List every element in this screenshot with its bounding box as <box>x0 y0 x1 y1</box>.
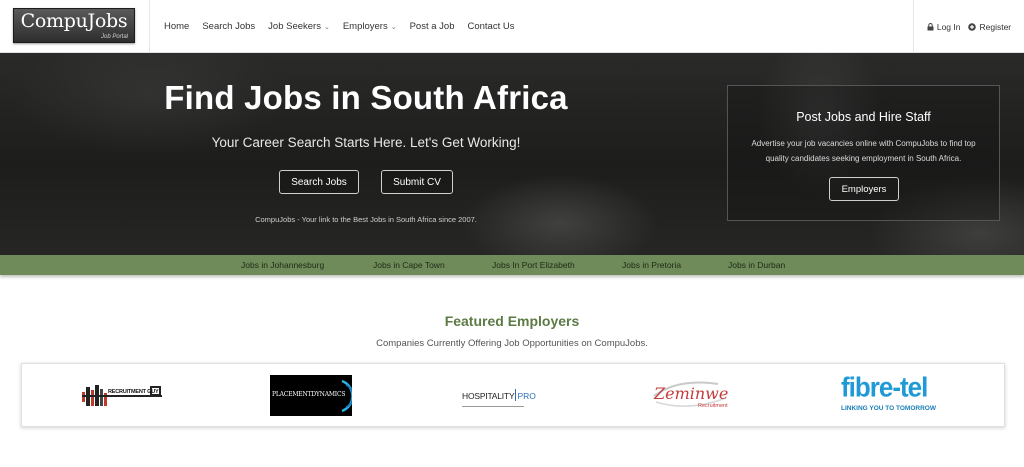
nav-label: Employers <box>342 21 388 32</box>
compujobs-logo[interactable]: CompuJobs Job Portal <box>13 8 135 43</box>
nav-search-jobs[interactable]: Search Jobs <box>202 21 255 32</box>
employer-logo-fibre-tel[interactable]: fibre-tel LINKING YOU TO TOMORROW <box>839 371 949 418</box>
employer-logo-zeminwe[interactable]: Zeminwe Recruitment <box>648 376 734 412</box>
post-jobs-text: Advertise your job vacancies online with… <box>751 139 976 163</box>
lock-icon <box>927 22 934 30</box>
nav-label: Search Jobs <box>202 21 256 32</box>
logo-text: CompuJobs <box>20 10 128 32</box>
nav-label: Job Seekers <box>268 21 321 32</box>
submit-cv-button[interactable]: Submit CV <box>381 170 453 194</box>
nav-label: Home <box>164 21 190 32</box>
underline <box>462 406 524 407</box>
employer-name: HOSPITALITY <box>462 391 515 401</box>
employer-logo-recruitment-guy[interactable]: RECRUITMENT GUY <box>82 384 164 410</box>
employer-logo-placement-dynamics[interactable]: PLACEMENTDYNAMICS <box>270 375 352 416</box>
chevron-down-icon: ⌄ <box>390 23 397 31</box>
employer-name: PLACEMENTDYNAMICS <box>272 391 346 398</box>
employers-button[interactable]: Employers <box>829 177 899 201</box>
featured-employers-title: Featured Employers <box>444 313 580 329</box>
hero-banner: Find Jobs in South Africa Your Career Se… <box>0 53 1024 255</box>
employer-tagline: LINKING YOU TO TOMORROW <box>841 405 936 412</box>
employer-logos-strip: RECRUITMENT GUY PLACEMENTDYNAMICS HOSPIT… <box>21 363 1005 427</box>
main-nav: Home Search Jobs Job Seekers ⌄ Employers ⌄… <box>164 0 527 53</box>
nav-job-seekers[interactable]: Job Seekers ⌄ <box>268 21 330 32</box>
hero-tagline: CompuJobs - Your link to the Best Jobs i… <box>255 215 477 224</box>
hero-title: Find Jobs in South Africa <box>164 79 568 116</box>
plus-circle-icon <box>968 22 977 31</box>
city-link-johannesburg[interactable]: Jobs in Johannesburg <box>241 260 324 270</box>
nav-employers[interactable]: Employers ⌄ <box>343 21 397 32</box>
hero-subtitle: Your Career Search Starts Here. Let's Ge… <box>211 135 521 150</box>
login-label: Log In <box>936 21 961 32</box>
city-link-durban[interactable]: Jobs in Durban <box>728 260 785 270</box>
search-jobs-button[interactable]: Search Jobs <box>279 170 359 194</box>
logo-subtext: Job Portal <box>100 34 128 40</box>
employer-logo-hospitality-pro[interactable]: HOSPITALITY PRO <box>462 386 542 407</box>
city-links-bar: Jobs in Johannesburg Jobs in Cape Town J… <box>0 255 1024 275</box>
login-link[interactable]: Log In <box>927 21 961 32</box>
post-jobs-title: Post Jobs and Hire Staff <box>796 110 931 124</box>
featured-employers-subtitle: Companies Currently Offering Job Opportu… <box>376 338 648 349</box>
nav-label: Contact Us <box>467 21 515 32</box>
register-link[interactable]: Register <box>968 22 1011 32</box>
employer-name: fibre-tel <box>841 371 928 403</box>
logo-container: CompuJobs Job Portal <box>0 0 150 53</box>
city-link-cape-town[interactable]: Jobs in Cape Town <box>373 260 445 270</box>
city-link-port-elizabeth[interactable]: Jobs In Port Elizabeth <box>492 260 575 270</box>
building-logo-icon <box>82 385 162 406</box>
nav-home[interactable]: Home <box>164 21 189 32</box>
nav-post-a-job[interactable]: Post a Job <box>410 21 455 32</box>
auth-links: Log In Register <box>913 0 1024 53</box>
employer-name-suffix: PRO <box>517 391 536 401</box>
nav-contact-us[interactable]: Contact Us <box>467 21 514 32</box>
register-label: Register <box>979 21 1012 32</box>
employer-name: RECRUITMENT GUY <box>108 389 159 395</box>
site-header: CompuJobs Job Portal Home Search Jobs Jo… <box>0 0 1024 53</box>
post-jobs-panel: Post Jobs and Hire Staff Advertise your … <box>727 85 1000 221</box>
city-link-pretoria[interactable]: Jobs in Pretoria <box>622 260 681 270</box>
chevron-down-icon: ⌄ <box>323 23 330 31</box>
nav-label: Post a Job <box>409 21 455 32</box>
employer-subtext: Recruitment <box>698 403 728 409</box>
employer-name: Zeminwe <box>654 384 729 403</box>
